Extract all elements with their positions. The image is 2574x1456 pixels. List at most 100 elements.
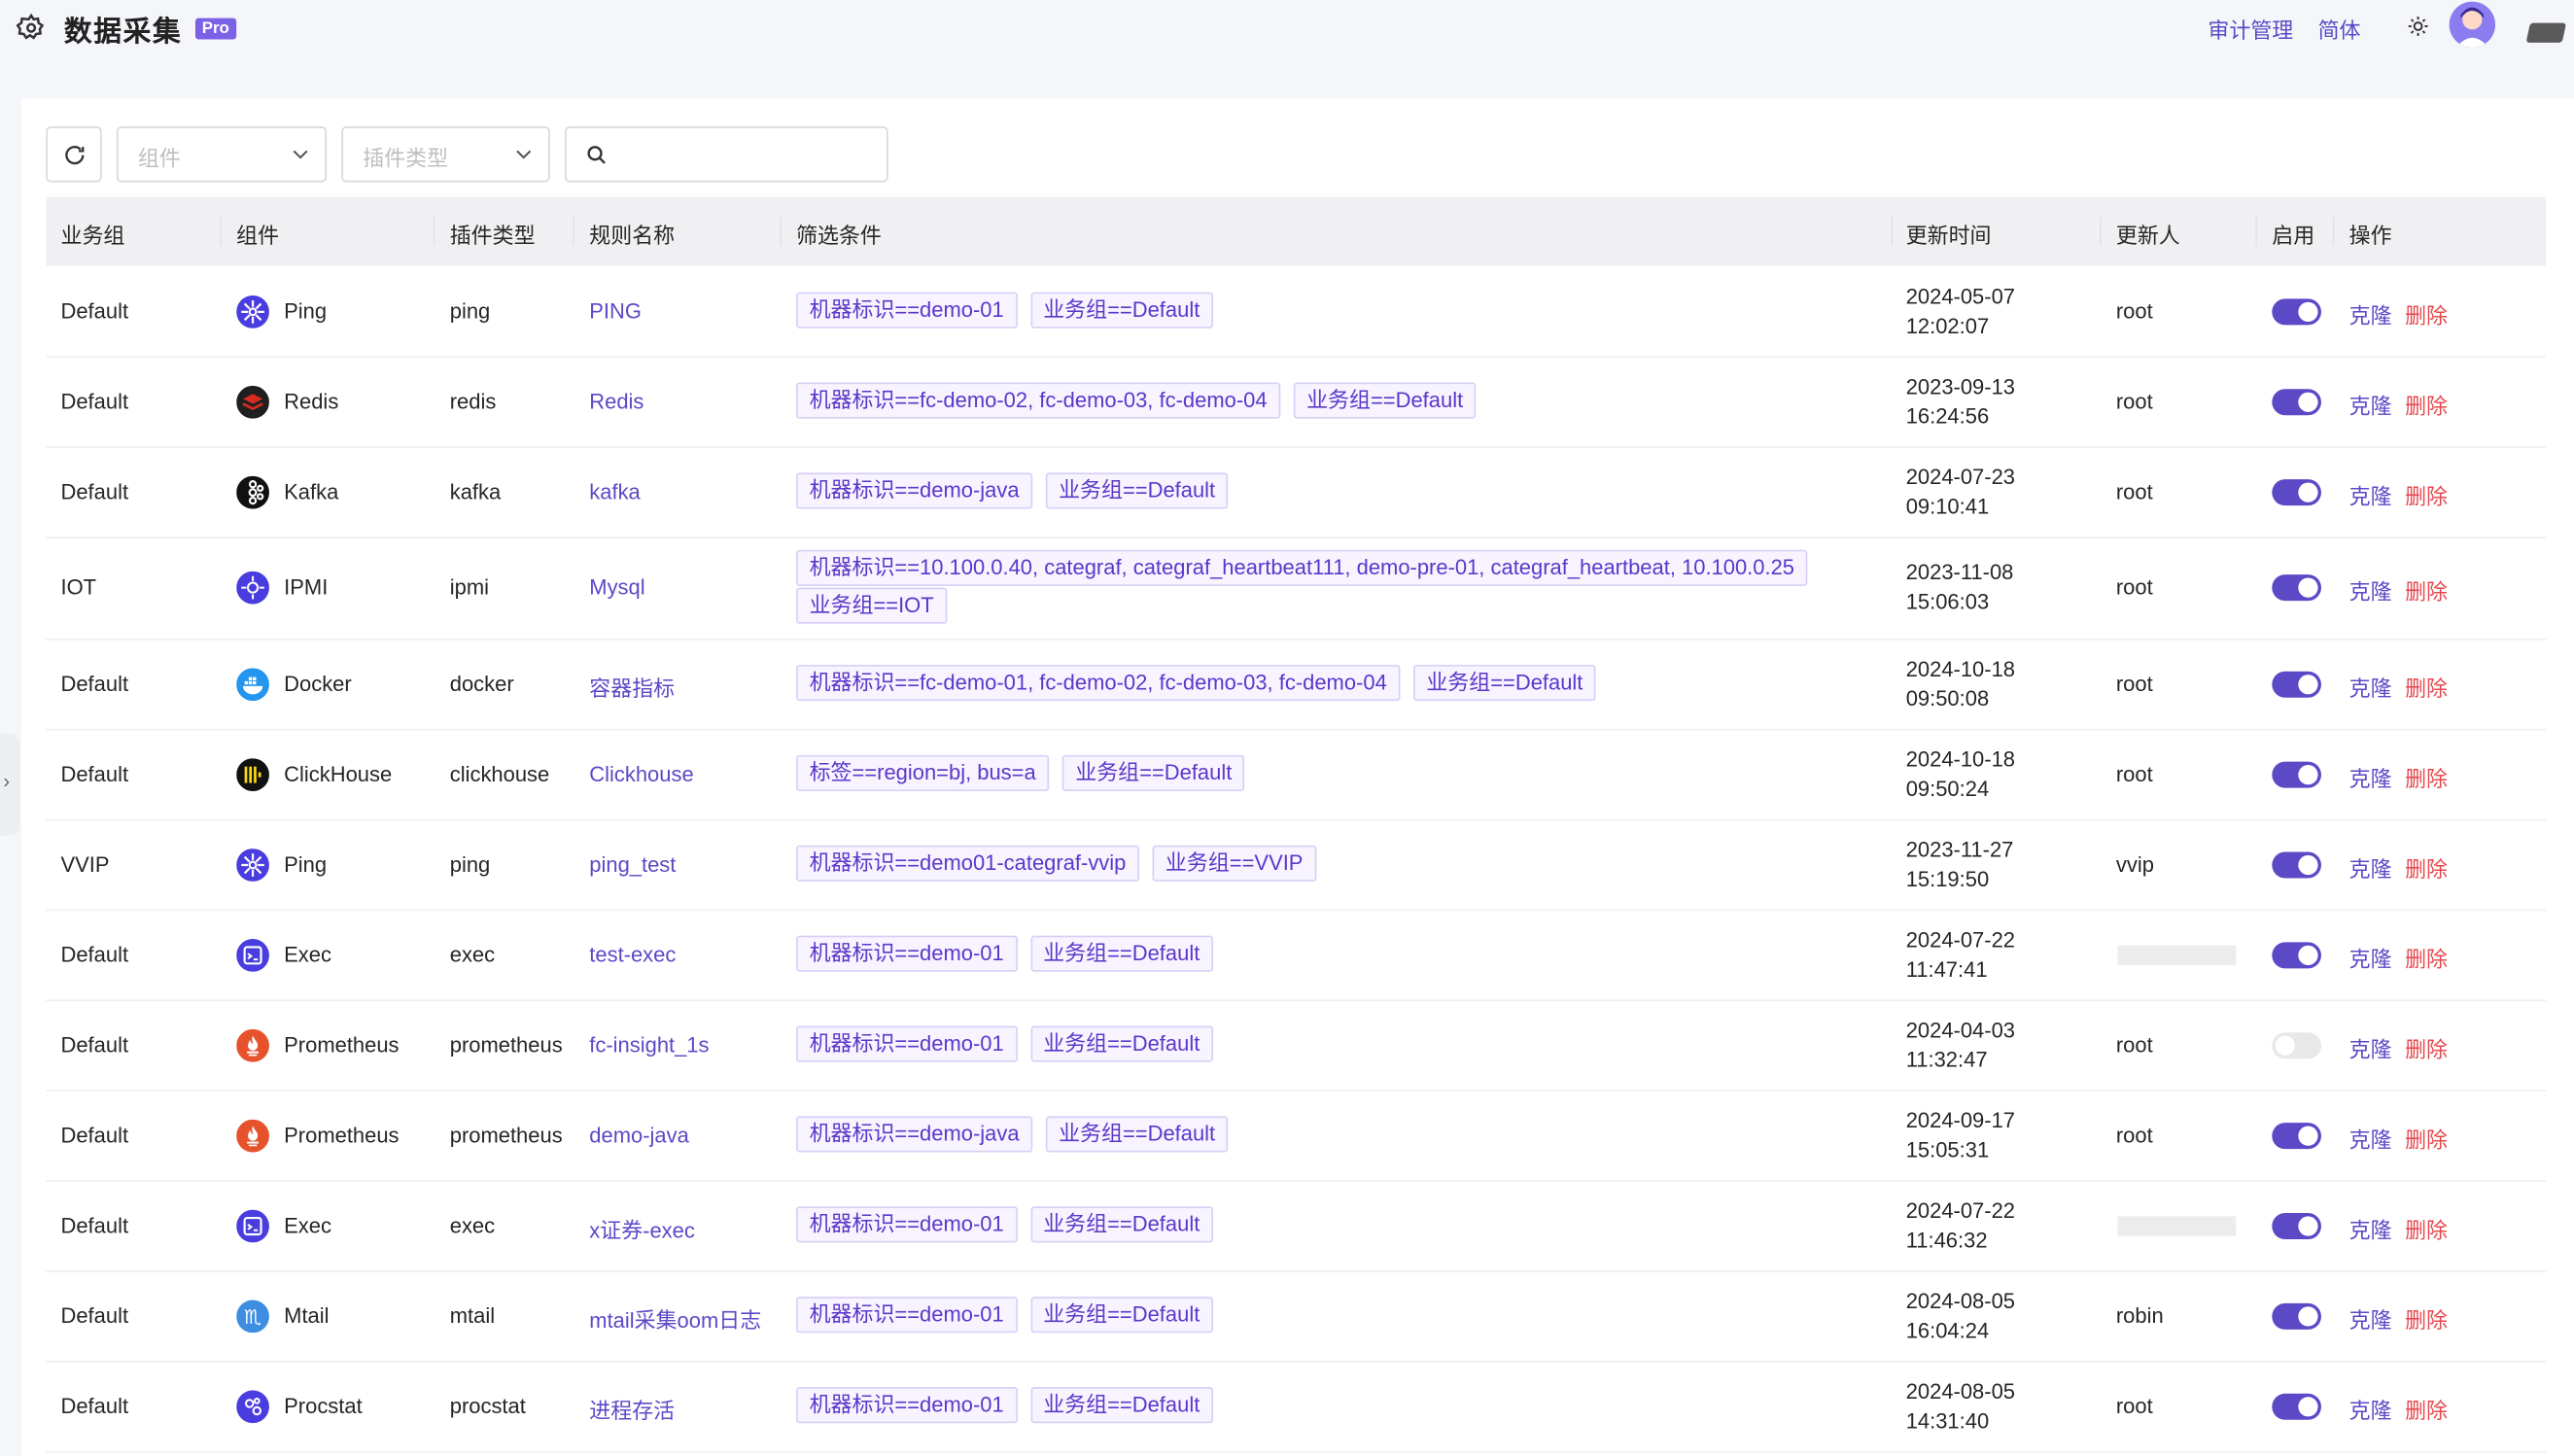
chevron-down-icon (293, 150, 308, 159)
enable-toggle[interactable] (2272, 941, 2321, 968)
component-name: Procstat (284, 1392, 363, 1418)
rule-name-link[interactable]: kafka (589, 478, 640, 503)
rule-name-link[interactable]: Clickhouse (589, 761, 693, 785)
filter-tag-line: 机器标识==10.100.0.40, categraf, categraf_he… (796, 549, 1880, 586)
clickhouse-icon (236, 757, 269, 791)
enable-toggle[interactable] (2272, 1302, 2321, 1330)
plugin-type-select-placeholder: 插件类型 (363, 146, 449, 171)
prometheus-icon (236, 1118, 269, 1152)
plugin-type-select[interactable]: 插件类型 (341, 126, 550, 183)
group-cell: Default (60, 1212, 129, 1237)
rule-name-link[interactable]: fc-insight_1s (589, 1031, 709, 1056)
delete-button[interactable]: 删除 (2405, 671, 2448, 702)
column-divider (2332, 216, 2335, 247)
delete-button[interactable]: 删除 (2405, 1302, 2448, 1334)
chevron-down-icon (516, 150, 532, 159)
delete-button[interactable]: 删除 (2405, 574, 2448, 606)
table-row: Default Prometheus prometheus fc-insight_1s… (46, 999, 2547, 1092)
delete-button[interactable]: 删除 (2405, 1122, 2448, 1153)
clone-button[interactable]: 克隆 (2349, 1122, 2392, 1153)
updated-at: 2024-10-18 09:50:24 (1906, 745, 2015, 804)
clone-button[interactable]: 克隆 (2349, 298, 2392, 329)
rule-name-link[interactable]: PING (589, 298, 642, 323)
clone-button[interactable]: 克隆 (2349, 1212, 2392, 1243)
enable-toggle[interactable] (2272, 478, 2321, 505)
rule-name-link[interactable]: 容器指标 (589, 671, 675, 702)
component-select[interactable]: 组件 (116, 126, 328, 183)
clone-button[interactable]: 克隆 (2349, 1031, 2392, 1062)
filter-tag: 业务组==Default (1293, 381, 1477, 418)
sun-icon[interactable] (2407, 15, 2430, 38)
filter-tags: 机器标识==fc-demo-02, fc-demo-03, fc-demo-04… (796, 381, 1880, 418)
delete-button[interactable]: 删除 (2405, 1393, 2448, 1424)
enable-toggle[interactable] (2272, 1392, 2321, 1419)
updated-time: 16:04:24 (1905, 1317, 1990, 1342)
rule-name-link[interactable]: test-exec (589, 942, 676, 966)
enable-toggle[interactable] (2272, 1031, 2321, 1058)
delete-button[interactable]: 删除 (2405, 942, 2448, 973)
clone-button[interactable]: 克隆 (2349, 761, 2392, 792)
clone-button[interactable]: 克隆 (2349, 942, 2392, 973)
clone-button[interactable]: 克隆 (2349, 574, 2392, 606)
enable-toggle[interactable] (2272, 574, 2321, 602)
enable-toggle[interactable] (2272, 388, 2321, 415)
enable-toggle[interactable] (2272, 297, 2321, 325)
updated-time: 15:19:50 (1905, 865, 1990, 891)
prometheus-icon (236, 1028, 269, 1061)
audit-management-link[interactable]: 审计管理 (2208, 14, 2293, 45)
enable-toggle[interactable] (2272, 1212, 2321, 1239)
delete-button[interactable]: 删除 (2405, 298, 2448, 329)
clone-button[interactable]: 克隆 (2349, 478, 2392, 509)
filter-tag: 业务组==Default (1045, 1115, 1229, 1152)
delete-button[interactable]: 删除 (2405, 1212, 2448, 1243)
rule-name-link[interactable]: mtail采集oom日志 (589, 1302, 761, 1334)
filter-tag: 机器标识==fc-demo-01, fc-demo-02, fc-demo-03… (796, 664, 1401, 701)
enable-toggle[interactable] (2272, 760, 2321, 787)
filter-tags: 机器标识==demo01-categraf-vvip 业务组==VVIP (796, 844, 1880, 882)
clone-button[interactable]: 克隆 (2349, 388, 2392, 419)
group-cell: Default (60, 478, 129, 503)
updated-time: 09:10:41 (1905, 493, 1990, 518)
ipmi-icon (236, 571, 269, 605)
column-divider (2099, 216, 2102, 247)
clone-button[interactable]: 克隆 (2349, 1393, 2392, 1424)
delete-button[interactable]: 删除 (2405, 851, 2448, 883)
search-input[interactable] (564, 126, 888, 183)
enable-toggle[interactable] (2272, 1122, 2321, 1149)
rule-name-link[interactable]: x证券-exec (589, 1212, 695, 1243)
updated-date: 2024-08-05 (1905, 1287, 2016, 1313)
delete-button[interactable]: 删除 (2405, 388, 2448, 419)
filter-tag: 机器标识==demo01-categraf-vvip (796, 844, 1139, 882)
rule-name-link[interactable]: Redis (589, 388, 644, 412)
avatar[interactable] (2449, 1, 2495, 48)
ping-icon (236, 848, 269, 882)
filter-tags: 机器标识==10.100.0.40, categraf, categraf_he… (796, 549, 1880, 626)
svg-text:♏: ♏ (244, 1304, 261, 1328)
refresh-button[interactable] (46, 126, 102, 183)
gear-icon[interactable] (16, 13, 46, 43)
rule-name-link[interactable]: demo-java (589, 1122, 689, 1146)
column-header-group: 业务组 (60, 223, 125, 249)
updated-by: root (2115, 1031, 2153, 1057)
rule-name-link[interactable]: ping_test (589, 851, 676, 876)
filter-tag: 机器标识==demo-01 (796, 291, 1018, 328)
column-header-component: 组件 (236, 223, 280, 249)
enable-toggle[interactable] (2272, 670, 2321, 697)
enable-toggle[interactable] (2272, 850, 2321, 878)
delete-button[interactable]: 删除 (2405, 761, 2448, 792)
filter-tag: 业务组==Default (1029, 934, 1213, 971)
rule-name-link[interactable]: 进程存活 (589, 1393, 675, 1424)
clone-button[interactable]: 克隆 (2349, 1302, 2392, 1334)
component-name: Mtail (284, 1302, 330, 1328)
group-cell: VVIP (60, 850, 110, 876)
delete-button[interactable]: 删除 (2405, 1031, 2448, 1062)
sidebar-toggle[interactable]: › (0, 733, 20, 836)
clone-button[interactable]: 克隆 (2349, 671, 2392, 702)
updated-time: 11:46:32 (1905, 1227, 1988, 1252)
clone-button[interactable]: 克隆 (2349, 851, 2392, 883)
language-switch[interactable]: 简体 (2318, 14, 2361, 45)
group-cell: IOT (60, 574, 97, 600)
column-divider (780, 216, 782, 247)
delete-button[interactable]: 删除 (2405, 478, 2448, 509)
rule-name-link[interactable]: Mysql (589, 574, 644, 599)
